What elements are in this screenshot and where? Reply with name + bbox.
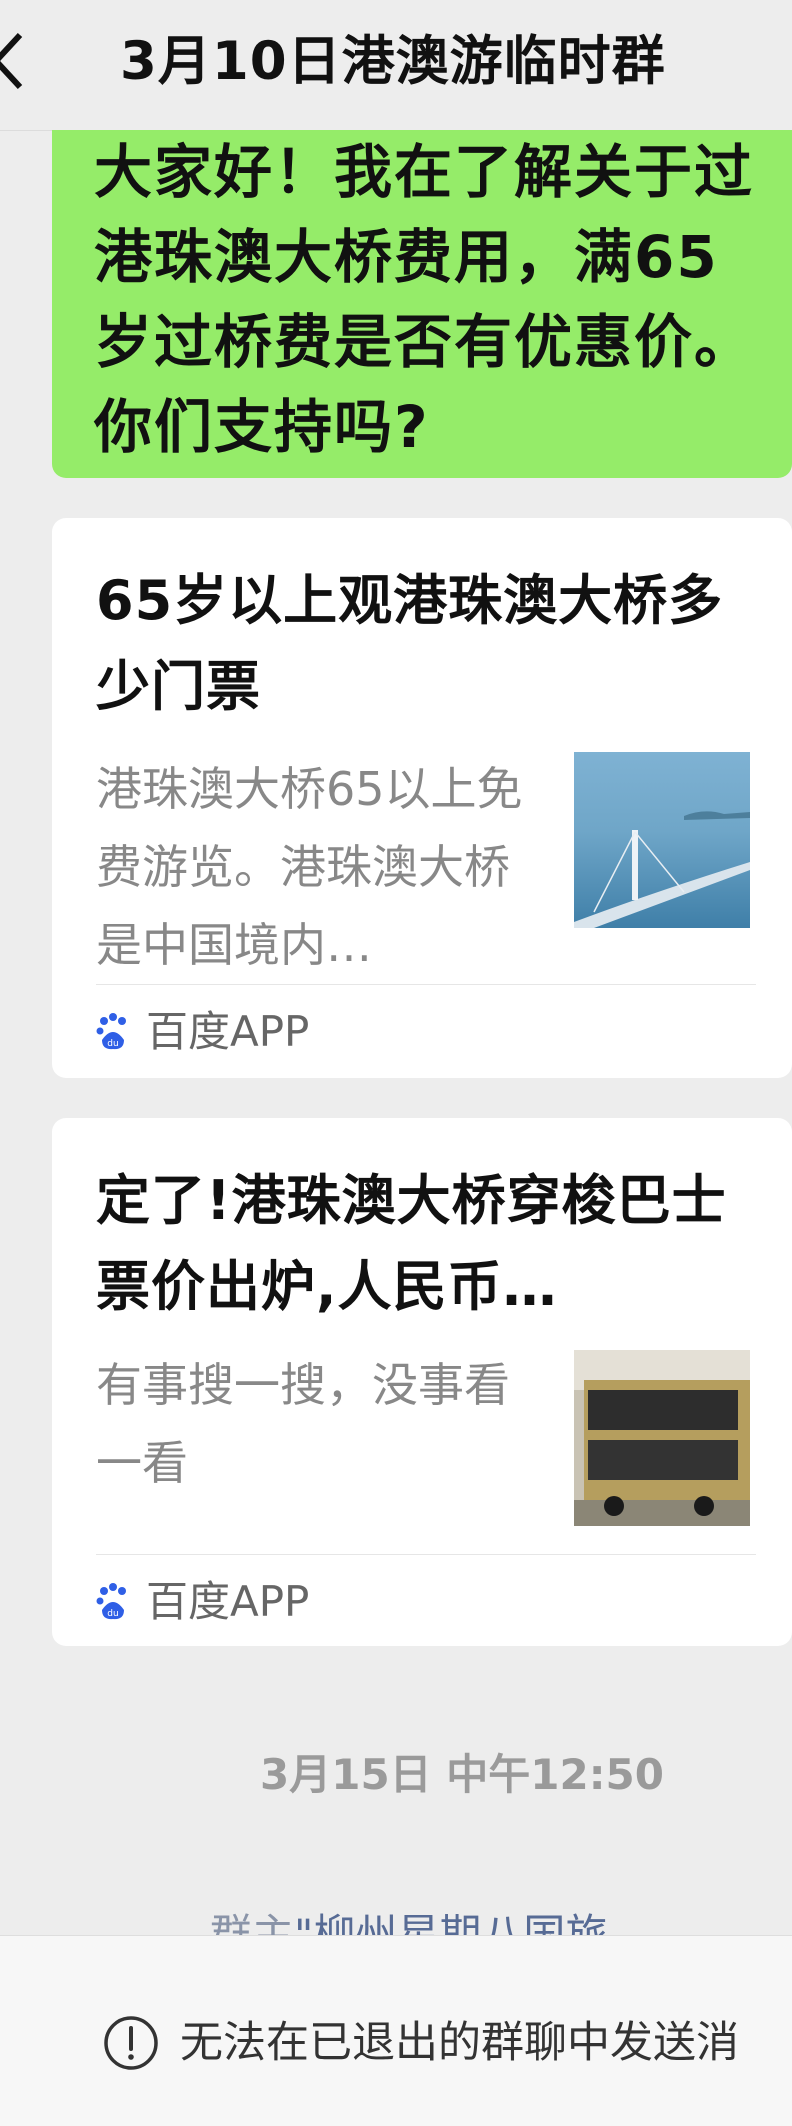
baidu-paw-icon: du [96, 1013, 126, 1050]
chevron-left-icon[interactable] [0, 25, 26, 97]
card-source: du 百度APP [96, 1572, 309, 1632]
chat-header: 3月10日港澳游临时群 [0, 0, 792, 131]
notice-text: 无法在已退出的群聊中发送消 [180, 2018, 739, 2068]
card-description: 有事搜一搜，没事看一看 [96, 1358, 510, 1490]
card-source: du 百度APP [96, 1002, 309, 1062]
bridge-thumbnail [574, 752, 750, 928]
system-message: 群主"柳州星期八国旅 [210, 1905, 770, 1935]
info-circle-icon [104, 2016, 158, 2070]
card-description: 港珠澳大桥65以上免费游览。港珠澳大桥是中国境内… [96, 762, 523, 972]
svg-text:du: du [107, 1039, 118, 1049]
system-message-link[interactable]: "柳州星期八国旅 [294, 1910, 607, 1935]
source-name: 百度APP [146, 1577, 310, 1626]
system-message-prefix: 群主 [210, 1910, 295, 1935]
card-divider [96, 984, 756, 985]
input-disabled-bar: 无法在已退出的群聊中发送消 [0, 1935, 792, 2126]
baidu-paw-icon: du [96, 1583, 126, 1620]
message-timestamp: 3月15日 中午12:50 [260, 1750, 664, 1799]
card-title: 65岁以上观港珠澳大桥多少门票 [96, 569, 724, 718]
card-divider [96, 1554, 756, 1555]
message-text: 大家好！我在了解关于过港珠澳大桥费用，满65 岁过桥费是否有优惠价。你们支持吗? [94, 138, 755, 461]
chat-title: 3月10日港澳游临时群 [120, 31, 666, 92]
card-title: 定了!港珠澳大桥穿梭巴士票价出炉,人民币… [96, 1169, 727, 1318]
svg-text:du: du [107, 1609, 118, 1619]
link-card[interactable]: 定了!港珠澳大桥穿梭巴士票价出炉,人民币… 有事搜一搜，没事看一看 du 百度A… [52, 1118, 792, 1646]
source-name: 百度APP [146, 1007, 310, 1056]
outgoing-message-bubble[interactable]: 大家好！我在了解关于过港珠澳大桥费用，满65 岁过桥费是否有优惠价。你们支持吗? [52, 130, 792, 478]
bus-thumbnail [574, 1350, 750, 1526]
link-card[interactable]: 65岁以上观港珠澳大桥多少门票 港珠澳大桥65以上免费游览。港珠澳大桥是中国境内… [52, 518, 792, 1078]
